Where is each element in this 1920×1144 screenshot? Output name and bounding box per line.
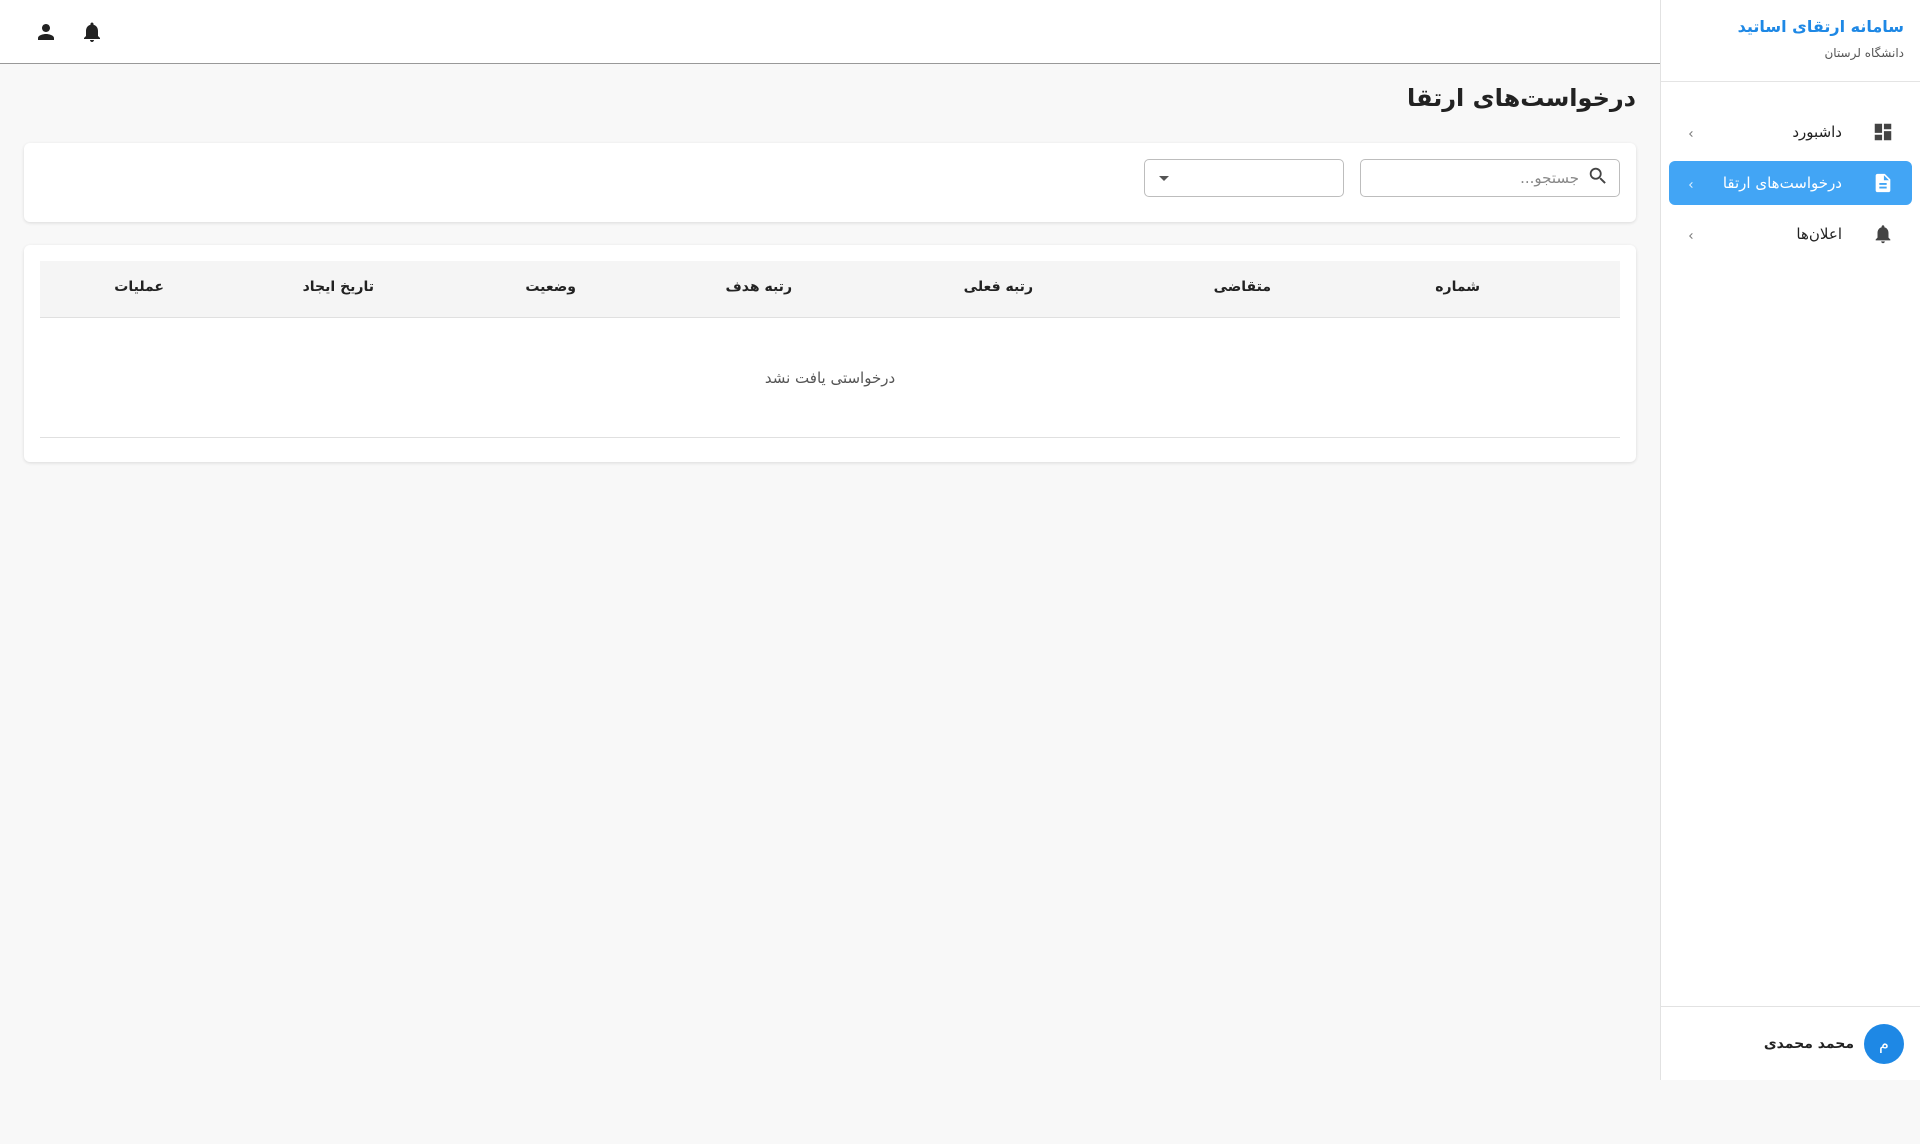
sidebar-nav: داشبورد درخواست‌های ارتقا اعلان‌ها — [1661, 82, 1920, 256]
column-header-status[interactable]: وضعیت — [525, 279, 576, 295]
top-bar — [0, 0, 1660, 64]
sidebar-item-label: داشبورد — [1792, 123, 1842, 141]
sidebar-item-promotion-requests[interactable]: درخواست‌های ارتقا — [1669, 161, 1912, 205]
bell-icon — [1872, 223, 1894, 245]
user-profile[interactable]: م محمد محمدی — [1661, 1006, 1920, 1080]
column-header-created-date[interactable]: تاریخ ایجاد — [303, 279, 374, 295]
column-header-number[interactable]: شماره — [1435, 279, 1480, 295]
sidebar-item-dashboard[interactable]: داشبورد — [1669, 110, 1912, 154]
dashboard-icon — [1872, 121, 1894, 143]
bell-icon[interactable] — [80, 20, 104, 44]
chevron-left-icon — [1685, 176, 1697, 188]
column-header-applicant[interactable]: متقاضی — [1214, 279, 1271, 295]
avatar: م — [1864, 1023, 1904, 1064]
university-name: دانشگاه لرستان — [1824, 46, 1904, 60]
column-header-target-rank[interactable]: رتبه هدف — [726, 279, 792, 295]
empty-message: درخواستی یافت نشد — [764, 368, 896, 387]
sidebar-item-label: درخواست‌های ارتقا — [1722, 174, 1842, 192]
column-header-actions: عملیات — [114, 279, 164, 295]
sidebar-item-label: اعلان‌ها — [1796, 225, 1842, 243]
dropdown-arrow-icon — [1159, 176, 1169, 181]
app-root: درخواست‌های ارتقا شماره متقاضی رتبه فعلی… — [0, 0, 1920, 1144]
chevron-left-icon — [1685, 125, 1697, 137]
requests-table-card: شماره متقاضی رتبه فعلی رتبه هدف وضعیت تا… — [24, 245, 1636, 462]
sidebar: سامانه ارتقای اساتید دانشگاه لرستان داشب… — [1660, 0, 1920, 1080]
chevron-left-icon — [1685, 227, 1697, 239]
page-title: درخواست‌های ارتقا — [1406, 84, 1636, 112]
user-name: محمد محمدی — [1763, 1035, 1854, 1052]
person-icon[interactable] — [34, 20, 58, 44]
search-field[interactable] — [1360, 159, 1620, 197]
column-header-current-rank[interactable]: رتبه فعلی — [964, 279, 1033, 295]
search-input[interactable] — [1379, 169, 1579, 187]
status-filter-select[interactable] — [1144, 159, 1344, 197]
sidebar-item-notifications[interactable]: اعلان‌ها — [1669, 212, 1912, 256]
document-icon — [1872, 172, 1894, 194]
search-icon — [1579, 165, 1609, 191]
filter-card — [24, 143, 1636, 222]
app-title[interactable]: سامانه ارتقای اساتید — [1677, 16, 1904, 38]
empty-table-row: درخواستی یافت نشد — [40, 318, 1620, 438]
brand: سامانه ارتقای اساتید دانشگاه لرستان — [1661, 0, 1920, 82]
table-header: شماره متقاضی رتبه فعلی رتبه هدف وضعیت تا… — [40, 261, 1620, 318]
